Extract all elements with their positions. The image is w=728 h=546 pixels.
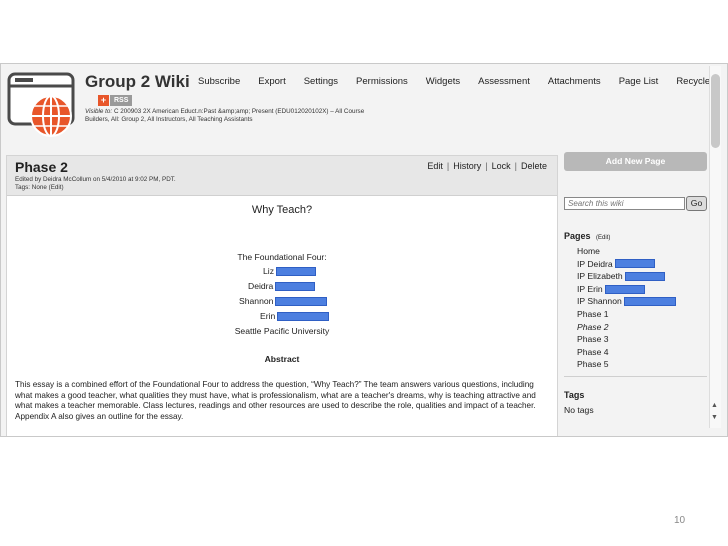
pages-heading: Pages (Edit) — [564, 231, 610, 241]
separator: | — [485, 161, 488, 171]
page-link-label: Phase 5 — [577, 359, 609, 370]
page-link-label: IP Shannon — [577, 296, 622, 307]
scroll-up-arrow-icon[interactable]: ▲ — [711, 402, 718, 409]
page-link-phase-1[interactable]: Phase 1 — [577, 308, 676, 321]
page-link-ip-shannon[interactable]: IP Shannon — [577, 295, 676, 308]
search-input[interactable] — [564, 197, 685, 210]
document-heading: Why Teach? — [251, 204, 313, 216]
rss-button[interactable]: + RSS — [98, 95, 133, 106]
nav-settings[interactable]: Settings — [304, 76, 338, 87]
page-link-label: Phase 3 — [577, 334, 609, 345]
rss-plus-icon: + — [98, 95, 109, 106]
page-link-label: Phase 1 — [577, 308, 609, 319]
scroll-down-arrow-icon[interactable]: ▼ — [711, 414, 718, 421]
page-link-label: Phase 2 — [577, 321, 609, 332]
lock-link[interactable]: Lock — [492, 161, 511, 171]
page-link-phase-2-current[interactable]: Phase 2 — [577, 321, 676, 334]
redaction-bar — [624, 271, 665, 281]
nav-widgets[interactable]: Widgets — [426, 76, 460, 87]
tags-heading: Tags — [564, 390, 585, 400]
wiki-globe-icon — [7, 72, 75, 137]
vertical-scrollbar[interactable]: ▲ ▼ — [709, 66, 721, 428]
redaction-bar — [604, 284, 645, 294]
nav-attachments[interactable]: Attachments — [548, 76, 601, 87]
nav-assessment[interactable]: Assessment — [478, 76, 530, 87]
nav-export[interactable]: Export — [258, 76, 285, 87]
main-nav: Subscribe Export Settings Permissions Wi… — [198, 76, 727, 87]
page-link-phase-3[interactable]: Phase 3 — [577, 333, 676, 346]
separator: | — [514, 161, 517, 171]
add-new-page-button[interactable]: Add New Page — [564, 152, 707, 171]
page-link-phase-4[interactable]: Phase 4 — [577, 346, 676, 359]
visible-to-text: C 200903 2X American Educt.n:Past &amp;a… — [85, 108, 365, 123]
nav-page-list[interactable]: Page List — [619, 76, 659, 87]
slide-number: 10 — [674, 515, 686, 526]
page-tags-line[interactable]: Tags: None (Edit) — [15, 184, 64, 191]
author-name: Liz — [263, 266, 274, 276]
edit-link[interactable]: Edit — [427, 161, 443, 171]
pages-edit-link[interactable]: (Edit) — [596, 235, 610, 241]
author-row: Liz — [263, 266, 316, 276]
page-link-label: IP Erin — [577, 283, 603, 294]
author-name: Shannon — [239, 296, 274, 306]
page-title: Phase 2 — [15, 159, 68, 175]
page-link-label: IP Deidra — [577, 258, 613, 269]
authors-heading: The Foundational Four: — [237, 252, 327, 262]
author-row: Shannon — [239, 296, 328, 306]
wiki-screenshot: Group 2 Wiki Subscribe Export Settings P… — [0, 63, 728, 437]
page-actions: Edit | History | Lock | Delete — [427, 161, 547, 171]
author-name: Erin — [260, 311, 276, 321]
sidebar-divider — [564, 376, 707, 377]
page-link-ip-deidra[interactable]: IP Deidra — [577, 258, 676, 271]
redaction-bar — [275, 281, 316, 291]
author-row: Erin — [260, 311, 330, 321]
rss-label: RSS — [110, 95, 133, 106]
page-link-label: IP Elizabeth — [577, 271, 623, 282]
abstract-text: This essay is a combined effort of the F… — [15, 380, 536, 421]
wiki-title: Group 2 Wiki — [85, 72, 190, 91]
author-name: Deidra — [248, 281, 274, 291]
visibility-info: Visible to: C 200903 2X American Educt.n… — [85, 108, 365, 124]
redaction-bar — [276, 266, 316, 276]
history-link[interactable]: History — [453, 161, 481, 171]
content-panel: Phase 2 Edited by Deidra McCollum on 5/4… — [6, 155, 558, 436]
search-go-button[interactable]: Go — [686, 196, 707, 211]
page-link-label: Phase 4 — [577, 346, 609, 357]
page-link-ip-erin[interactable]: IP Erin — [577, 283, 676, 296]
document-body: Why Teach? The Foundational Four: Liz De… — [7, 196, 557, 436]
page-link-ip-elizabeth[interactable]: IP Elizabeth — [577, 270, 676, 283]
wiki-header: Group 2 Wiki Subscribe Export Settings P… — [1, 64, 727, 144]
nav-permissions[interactable]: Permissions — [356, 76, 408, 87]
page-link-home[interactable]: Home — [577, 245, 676, 258]
edited-by-info: Edited by Deidra McCollum on 5/4/2010 at… — [15, 176, 176, 183]
redaction-bar — [623, 297, 676, 307]
separator: | — [446, 161, 450, 171]
nav-recycle[interactable]: Recycle — [676, 76, 710, 87]
abstract-heading: Abstract — [264, 354, 300, 364]
university-name: Seattle Pacific University — [234, 326, 330, 336]
page-header: Phase 2 Edited by Deidra McCollum on 5/4… — [7, 156, 557, 196]
redaction-bar — [277, 311, 330, 321]
scroll-thumb[interactable] — [711, 74, 720, 148]
pages-heading-label: Pages — [564, 231, 591, 241]
visible-to-label: Visible to: — [85, 108, 113, 115]
pages-list: Home IP Deidra IP Elizabeth IP Erin IP S… — [577, 245, 676, 371]
page-link-phase-5[interactable]: Phase 5 — [577, 358, 676, 371]
tags-value: No tags — [564, 405, 594, 415]
page-link-label: Home — [577, 246, 600, 256]
delete-link[interactable]: Delete — [521, 161, 547, 171]
redaction-bar — [275, 296, 328, 306]
author-row: Deidra — [248, 281, 316, 291]
redaction-bar — [614, 259, 655, 269]
nav-subscribe[interactable]: Subscribe — [198, 76, 240, 87]
